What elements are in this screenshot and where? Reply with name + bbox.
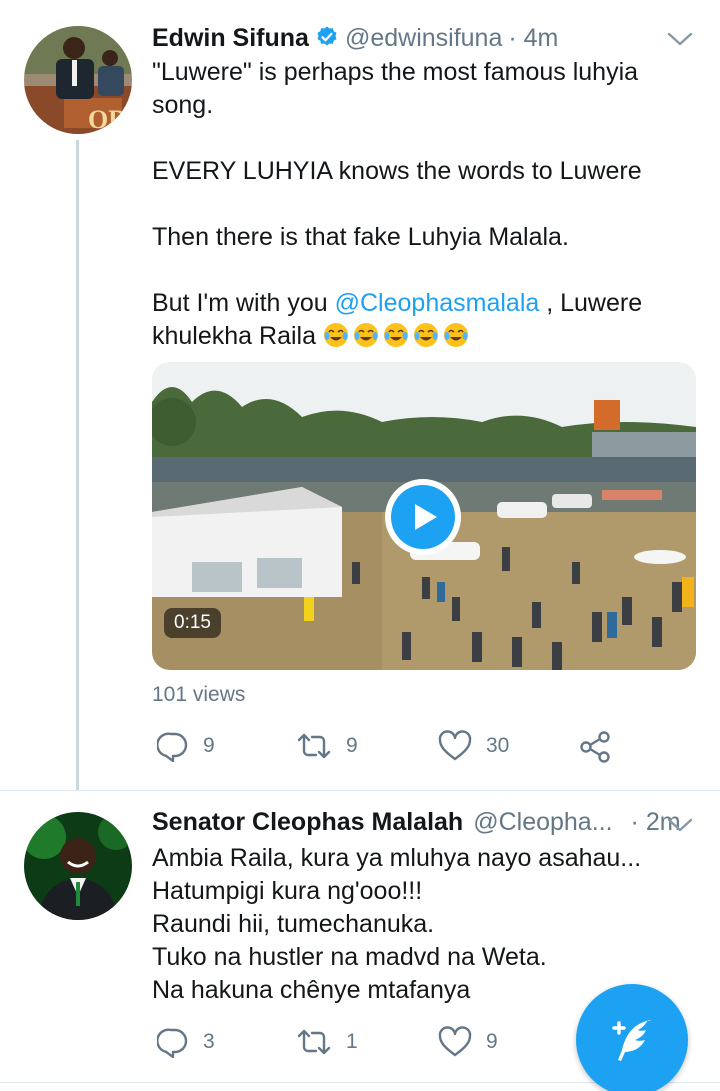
tweet-text-fragment: But I'm with you [152,289,335,317]
tweet-line: song. [152,91,214,119]
tweet-line: Hatumpigi kura ng'ooo!!! [152,877,423,905]
tweet-line: Then there is that fake Luhyia Malala. [152,223,569,251]
like-count: 30 [486,734,510,757]
like-button[interactable]: 9 [438,1026,498,1058]
tweet-line: Na hakuna chênye mtafanya [152,976,471,1004]
tweet-actions: 9 9 30 [0,730,720,770]
thread-connector-line [76,140,79,790]
tweet-text: "Luwere" is perhaps the most famous luhy… [152,56,642,353]
verified-badge-icon [315,25,339,49]
share-icon [580,731,610,763]
face-with-tears-of-joy-icon [353,323,378,347]
tweet-line: EVERY LUHYIA knows the words to Luwere [152,157,642,185]
tweet-text: Ambia Raila, kura ya mluhya nayo asahau.… [152,842,641,1007]
retweet-button[interactable]: 9 [296,730,358,762]
author-name[interactable]: Senator Cleophas Malalah [152,808,463,837]
author-handle[interactable]: @edwinsifuna [345,24,502,53]
tweet-divider [0,790,720,791]
retweet-icon [297,733,331,759]
mention-link[interactable]: @Cleophasmalala [335,289,540,317]
avatar-edwin-sifuna[interactable]: OD [24,26,132,134]
tweet-header: Edwin Sifuna @edwinsifuna · 4m [152,22,558,53]
tweet-line: Ambia Raila, kura ya mluhya nayo asahau.… [152,844,642,872]
compose-tweet-icon [612,1020,652,1061]
svg-text:OD: OD [88,105,127,134]
tweet-line: But I'm with you @Cleophasmalala , Luwer… [152,287,642,320]
heart-icon [438,730,472,761]
chevron-down-icon[interactable] [666,30,694,48]
retweet-icon [297,1029,331,1055]
retweet-count: 1 [346,1030,358,1053]
face-with-tears-of-joy-icon [383,323,408,347]
play-icon [391,485,455,549]
face-with-tears-of-joy-icon [323,323,348,347]
share-button[interactable] [578,730,626,764]
reply-button[interactable]: 3 [157,1026,215,1058]
avatar-cleophas-malalah[interactable] [24,812,132,920]
author-handle[interactable]: @Cleopha... [473,808,612,837]
compose-tweet-button[interactable] [576,984,688,1091]
tweet-line: "Luwere" is perhaps the most famous luhy… [152,58,639,86]
reply-button[interactable]: 9 [157,730,215,762]
author-name[interactable]: Edwin Sifuna [152,24,309,53]
video-thumbnail[interactable]: 0:15 [152,362,696,670]
tweet-line: Raundi hii, tumechanuka. [152,910,435,938]
view-count: 101 views [152,683,246,706]
tweet-line: Tuko na hustler na madvd na Weta. [152,943,547,971]
reply-count: 9 [203,734,215,757]
reply-count: 3 [203,1030,215,1053]
like-count: 9 [486,1030,498,1053]
like-button[interactable]: 30 [438,730,509,762]
tweet-text-fragment: khulekha Raila [152,322,316,350]
emoji-row [323,322,473,350]
reply-icon [157,732,188,762]
face-with-tears-of-joy-icon [413,323,438,347]
tweet-timestamp[interactable]: · 4m [508,24,558,53]
tweet-header: Senator Cleophas Malalah @Cleopha... · 2… [152,808,681,837]
retweet-button[interactable]: 1 [296,1026,358,1058]
chevron-down-icon[interactable] [666,816,694,834]
tweet-text-fragment: , Luwere [539,289,643,317]
tweet-line: khulekha Raila [152,320,642,353]
reply-icon [157,1028,188,1058]
face-with-tears-of-joy-icon [443,323,468,347]
heart-icon [438,1026,472,1057]
play-button[interactable] [385,479,461,555]
video-duration-badge: 0:15 [164,608,221,638]
retweet-count: 9 [346,734,358,757]
